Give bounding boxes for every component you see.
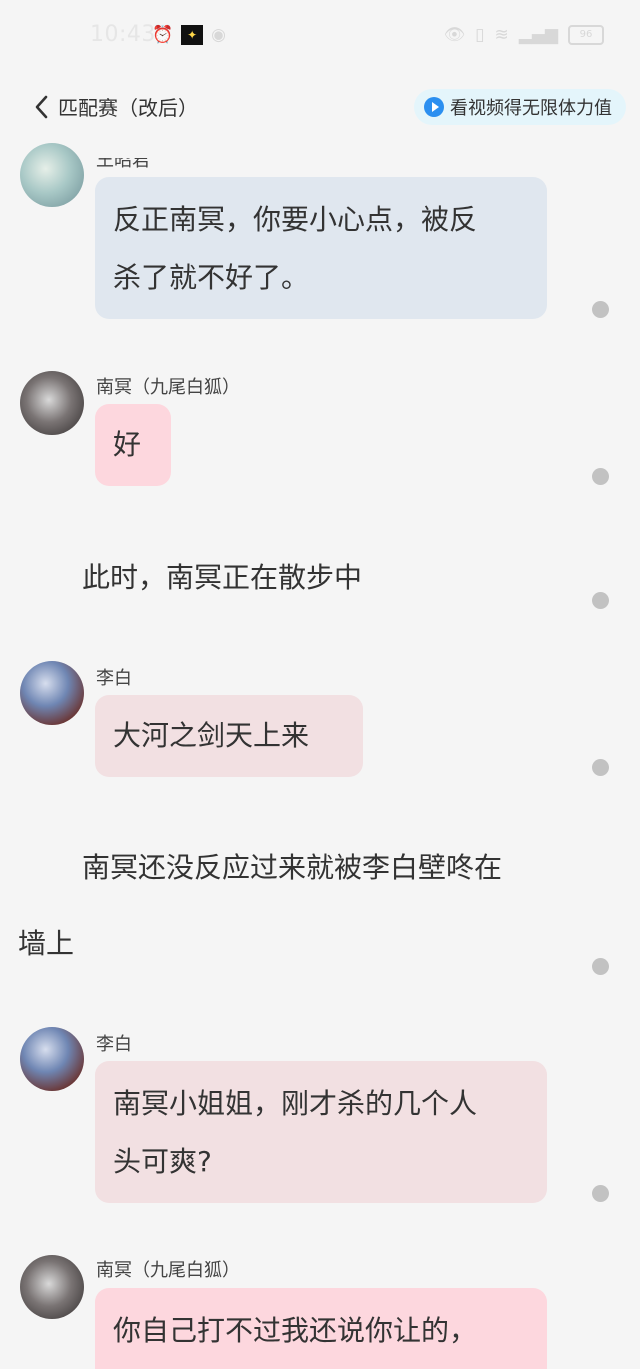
eye-icon: 👁 [443,25,466,45]
message-line: 头可爽? [113,1145,212,1178]
avatar-nanming[interactable] [20,371,84,435]
message-line: 南冥小姐姐，刚才杀的几个人 [113,1087,478,1120]
sender-name: 南冥（九尾白狐） [96,377,240,398]
narration-text: 此时，南冥正在散步中 [82,561,363,594]
battery-icon: 96 [568,25,604,45]
signal-icon: ▂▄▆ [518,25,558,45]
avatar-libai[interactable] [20,1027,84,1091]
page-title: 匹配赛（改后） [58,96,198,120]
sender-name: 李白 [96,668,132,689]
message-bubble[interactable]: 反正南冥，你要小心点，被反 杀了就不好了。 [95,177,547,319]
message-line: 杀了就不好了。 [113,261,310,294]
message-bubble[interactable]: 南冥小姐姐，刚才杀的几个人 头可爽? [95,1061,547,1203]
message-line: 你自己打不过我还说你让的， [113,1314,478,1347]
avatar-nanming[interactable] [20,1255,84,1319]
message-status-dot [592,1185,609,1202]
message-status-dot [592,958,609,975]
watch-video-energy-button[interactable]: 看视频得无限体力值 [414,89,626,125]
message-status-dot [592,301,609,318]
voice-assistant-icon: ◉ [211,25,227,45]
back-arrow-icon[interactable] [30,92,54,122]
message-status-dot [592,468,609,485]
top-bar: 匹配赛（改后） 看视频得无限体力值 [0,80,640,134]
wifi-icon: ≋ [494,25,509,45]
message-bubble[interactable]: 好 [95,404,171,486]
battery-level: 96 [579,29,593,40]
message-line: 反正南冥，你要小心点，被反 [113,203,478,236]
avatar-libai[interactable] [20,661,84,725]
narration-text: 墙上 [18,927,75,960]
status-right-icons: 👁 ▯ ≋ ▂▄▆ 96 [444,24,604,46]
sender-name: 南冥（九尾白狐） [96,1260,240,1281]
alarm-icon: ⏰ [152,25,174,45]
message-bubble[interactable]: 大河之剑天上来 [95,695,363,777]
message-status-dot [592,592,609,609]
play-icon [424,97,444,117]
sender-name: 李白 [96,1034,132,1055]
narration-text: 南冥还没反应过来就被李白壁咚在 [82,851,503,884]
message-line: 好 [113,428,142,461]
status-bar: 10:43 ⏰ ✦ ◉ 👁 ▯ ≋ ▂▄▆ 96 [0,0,640,72]
sender-name: 王昭君 [96,150,150,171]
sparkle-app-icon: ✦ [181,25,204,45]
status-left-icons: ⏰ ✦ ◉ [152,24,226,46]
message-bubble[interactable]: 你自己打不过我还说你让的， [95,1288,547,1369]
message-status-dot [592,759,609,776]
vibrate-icon: ▯ [475,25,485,45]
promo-label: 看视频得无限体力值 [450,98,612,119]
status-time: 10:43 [90,22,156,47]
avatar-wangzhaojun[interactable] [20,143,84,207]
message-line: 大河之剑天上来 [113,719,310,752]
